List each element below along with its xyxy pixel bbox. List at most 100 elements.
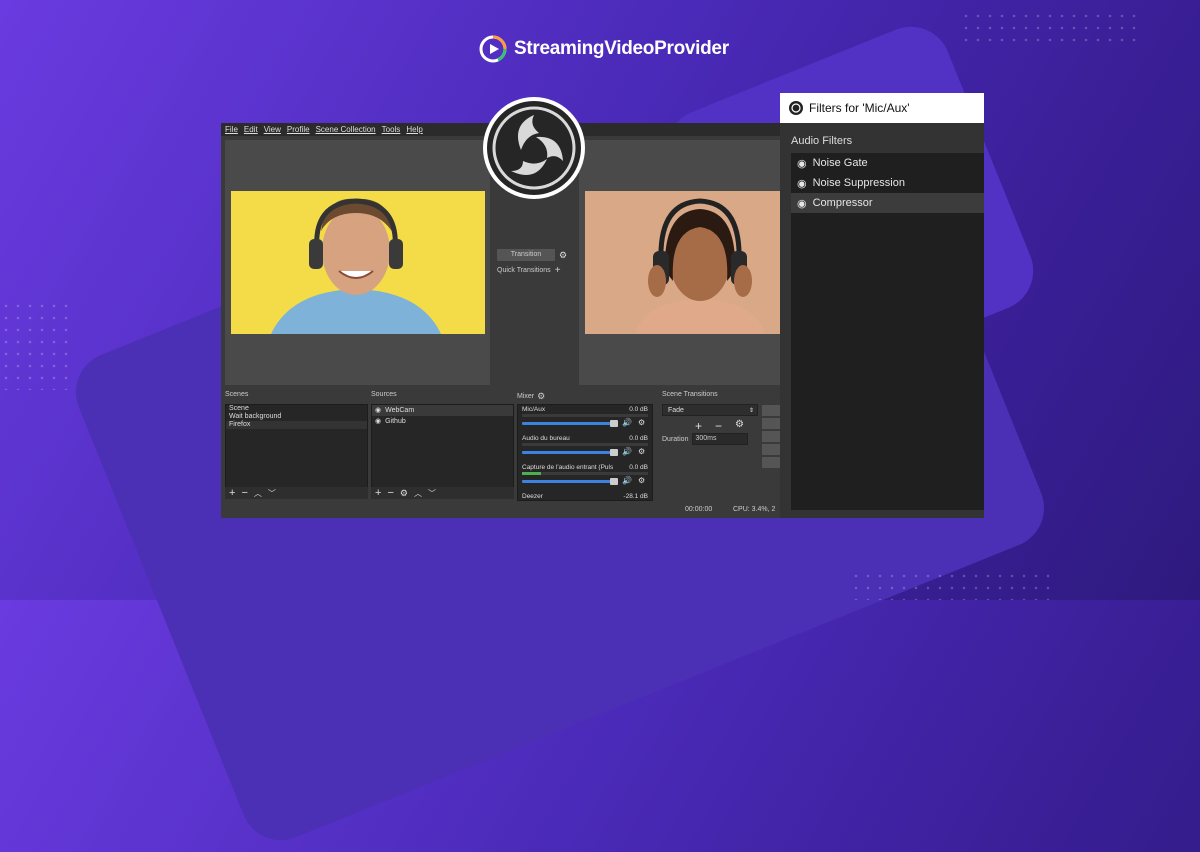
volume-slider[interactable] [522, 480, 618, 483]
gear-icon[interactable]: ⚙ [638, 447, 645, 456]
audio-filters-label: Audio Filters [791, 135, 853, 147]
list-item[interactable]: Scene [226, 405, 367, 413]
add-icon[interactable]: + [229, 487, 235, 499]
control-button[interactable] [762, 457, 780, 468]
chevron-updown-icon: ⇕ [748, 408, 754, 414]
volume-meter [522, 472, 648, 475]
remove-icon[interactable]: − [241, 487, 247, 499]
duration-label: Duration [662, 435, 689, 443]
scenes-list: Scene Wait background Firefox [225, 404, 368, 489]
duration-input[interactable]: 300ms [692, 433, 749, 445]
control-button[interactable] [762, 405, 780, 416]
transition-select-value: Fade [668, 407, 684, 414]
transition-toolbar: + − ⚙ [695, 419, 744, 433]
plus-icon[interactable]: + [555, 265, 561, 276]
volume-slider[interactable] [522, 422, 618, 425]
gear-icon[interactable]: ⚙ [638, 418, 645, 427]
channel-name: Mic/Aux [522, 406, 546, 413]
move-up-icon[interactable]: ︿ [414, 488, 422, 499]
gear-icon[interactable]: ⚙ [638, 476, 645, 485]
speaker-icon[interactable]: 🔊 [622, 418, 632, 427]
brand-logo: StreamingVideoProvider [478, 34, 729, 64]
list-item[interactable]: ◉ Github [372, 416, 513, 427]
eye-icon[interactable]: ◉ [375, 416, 381, 427]
control-button[interactable] [762, 431, 780, 442]
menu-tools[interactable]: Tools [382, 123, 401, 136]
transition-button[interactable]: Transition [497, 249, 555, 261]
channel-name: Audio du bureau [522, 435, 570, 442]
eye-icon[interactable]: ◉ [797, 157, 807, 170]
filter-item-selected[interactable]: ◉ Compressor [791, 193, 984, 213]
eye-icon[interactable]: ◉ [797, 197, 807, 210]
slider-handle[interactable] [610, 420, 618, 427]
mixer-channel: Deezer -28.1 dB [518, 492, 652, 500]
volume-slider[interactable] [522, 451, 618, 454]
gear-icon[interactable]: ⚙ [537, 391, 545, 402]
slider-handle[interactable] [610, 449, 618, 456]
channel-db: 0.0 dB [629, 464, 648, 471]
scenes-toolbar: + − ︿ ﹀ [225, 487, 368, 499]
sources-list: ◉ WebCam ◉ Github [371, 404, 514, 489]
channel-db: 0.0 dB [629, 435, 648, 442]
dot-pattern [850, 570, 1050, 600]
program-pane [579, 140, 780, 385]
brand-name: StreamingVideoProvider [514, 38, 729, 59]
control-button[interactable] [762, 418, 780, 429]
menu-view[interactable]: View [264, 123, 281, 136]
program-preview-image [585, 191, 780, 334]
dot-pattern [960, 10, 1140, 50]
obs-logo-icon [483, 97, 585, 199]
filter-item[interactable]: ◉ Noise Suppression [791, 173, 984, 193]
filter-label: Noise Suppression [812, 177, 905, 189]
menu-edit[interactable]: Edit [244, 123, 258, 136]
webcam-preview-image [231, 191, 485, 334]
menu-scene-collection[interactable]: Scene Collection [316, 123, 376, 136]
controls-column [762, 405, 780, 468]
channel-name: Deezer [522, 493, 543, 500]
add-icon[interactable]: + [695, 419, 702, 433]
gear-icon[interactable]: ⚙ [559, 250, 567, 261]
channel-db: 0.0 dB [629, 406, 648, 413]
channel-db: -28.1 dB [623, 493, 648, 500]
filters-title: Filters for 'Mic/Aux' [809, 101, 910, 115]
filter-item[interactable]: ◉ Noise Gate [791, 153, 984, 173]
scene-transitions-title: Scene Transitions [662, 391, 718, 398]
channel-name: Capture de l'audio entrant (Puls [522, 464, 614, 471]
quick-transitions-label: Quick Transitions [497, 267, 551, 274]
control-button[interactable] [762, 444, 780, 455]
list-item[interactable]: Firefox [226, 421, 367, 429]
add-icon[interactable]: + [375, 487, 381, 499]
dot-pattern [0, 300, 70, 390]
transition-controls: Transition ⚙ Quick Transitions + [497, 249, 577, 276]
move-up-icon[interactable]: ︿ [254, 488, 262, 499]
menu-profile[interactable]: Profile [287, 123, 310, 136]
scenes-title: Scenes [225, 391, 249, 398]
remove-icon[interactable]: − [387, 487, 393, 499]
move-down-icon[interactable]: ﹀ [428, 488, 436, 499]
mixer-header: Mixer ⚙ [517, 391, 545, 402]
mixer-title: Mixer [517, 393, 535, 400]
menu-file[interactable]: File [225, 123, 238, 136]
list-item[interactable]: Wait background [226, 413, 367, 421]
speaker-icon[interactable]: 🔊 [622, 476, 632, 485]
eye-icon[interactable]: ◉ [797, 177, 807, 190]
transition-select[interactable]: Fade ⇕ [662, 404, 758, 416]
play-logo-icon [479, 35, 507, 63]
menu-help[interactable]: Help [406, 123, 422, 136]
move-down-icon[interactable]: ﹀ [268, 488, 276, 499]
volume-meter [522, 414, 648, 417]
volume-meter [522, 443, 648, 446]
mixer-panel: Mic/Aux 0.0 dB 🔊 ⚙ Audio du bureau 0.0 dB 🔊… [517, 404, 653, 501]
speaker-icon[interactable]: 🔊 [622, 447, 632, 456]
audio-filters-list: ◉ Noise Gate ◉ Noise Suppression ◉ Compr… [791, 153, 984, 510]
filter-label: Compressor [812, 197, 873, 209]
list-item[interactable]: ◉ WebCam [372, 405, 513, 416]
status-time: 00:00:00 [685, 506, 713, 513]
gear-icon[interactable]: ⚙ [735, 419, 744, 433]
slider-handle[interactable] [610, 478, 618, 485]
gear-icon[interactable]: ⚙ [400, 488, 408, 499]
source-label: WebCam [385, 407, 415, 414]
preview-pane [225, 140, 490, 385]
eye-icon[interactable]: ◉ [375, 405, 381, 416]
remove-icon[interactable]: − [715, 419, 722, 433]
